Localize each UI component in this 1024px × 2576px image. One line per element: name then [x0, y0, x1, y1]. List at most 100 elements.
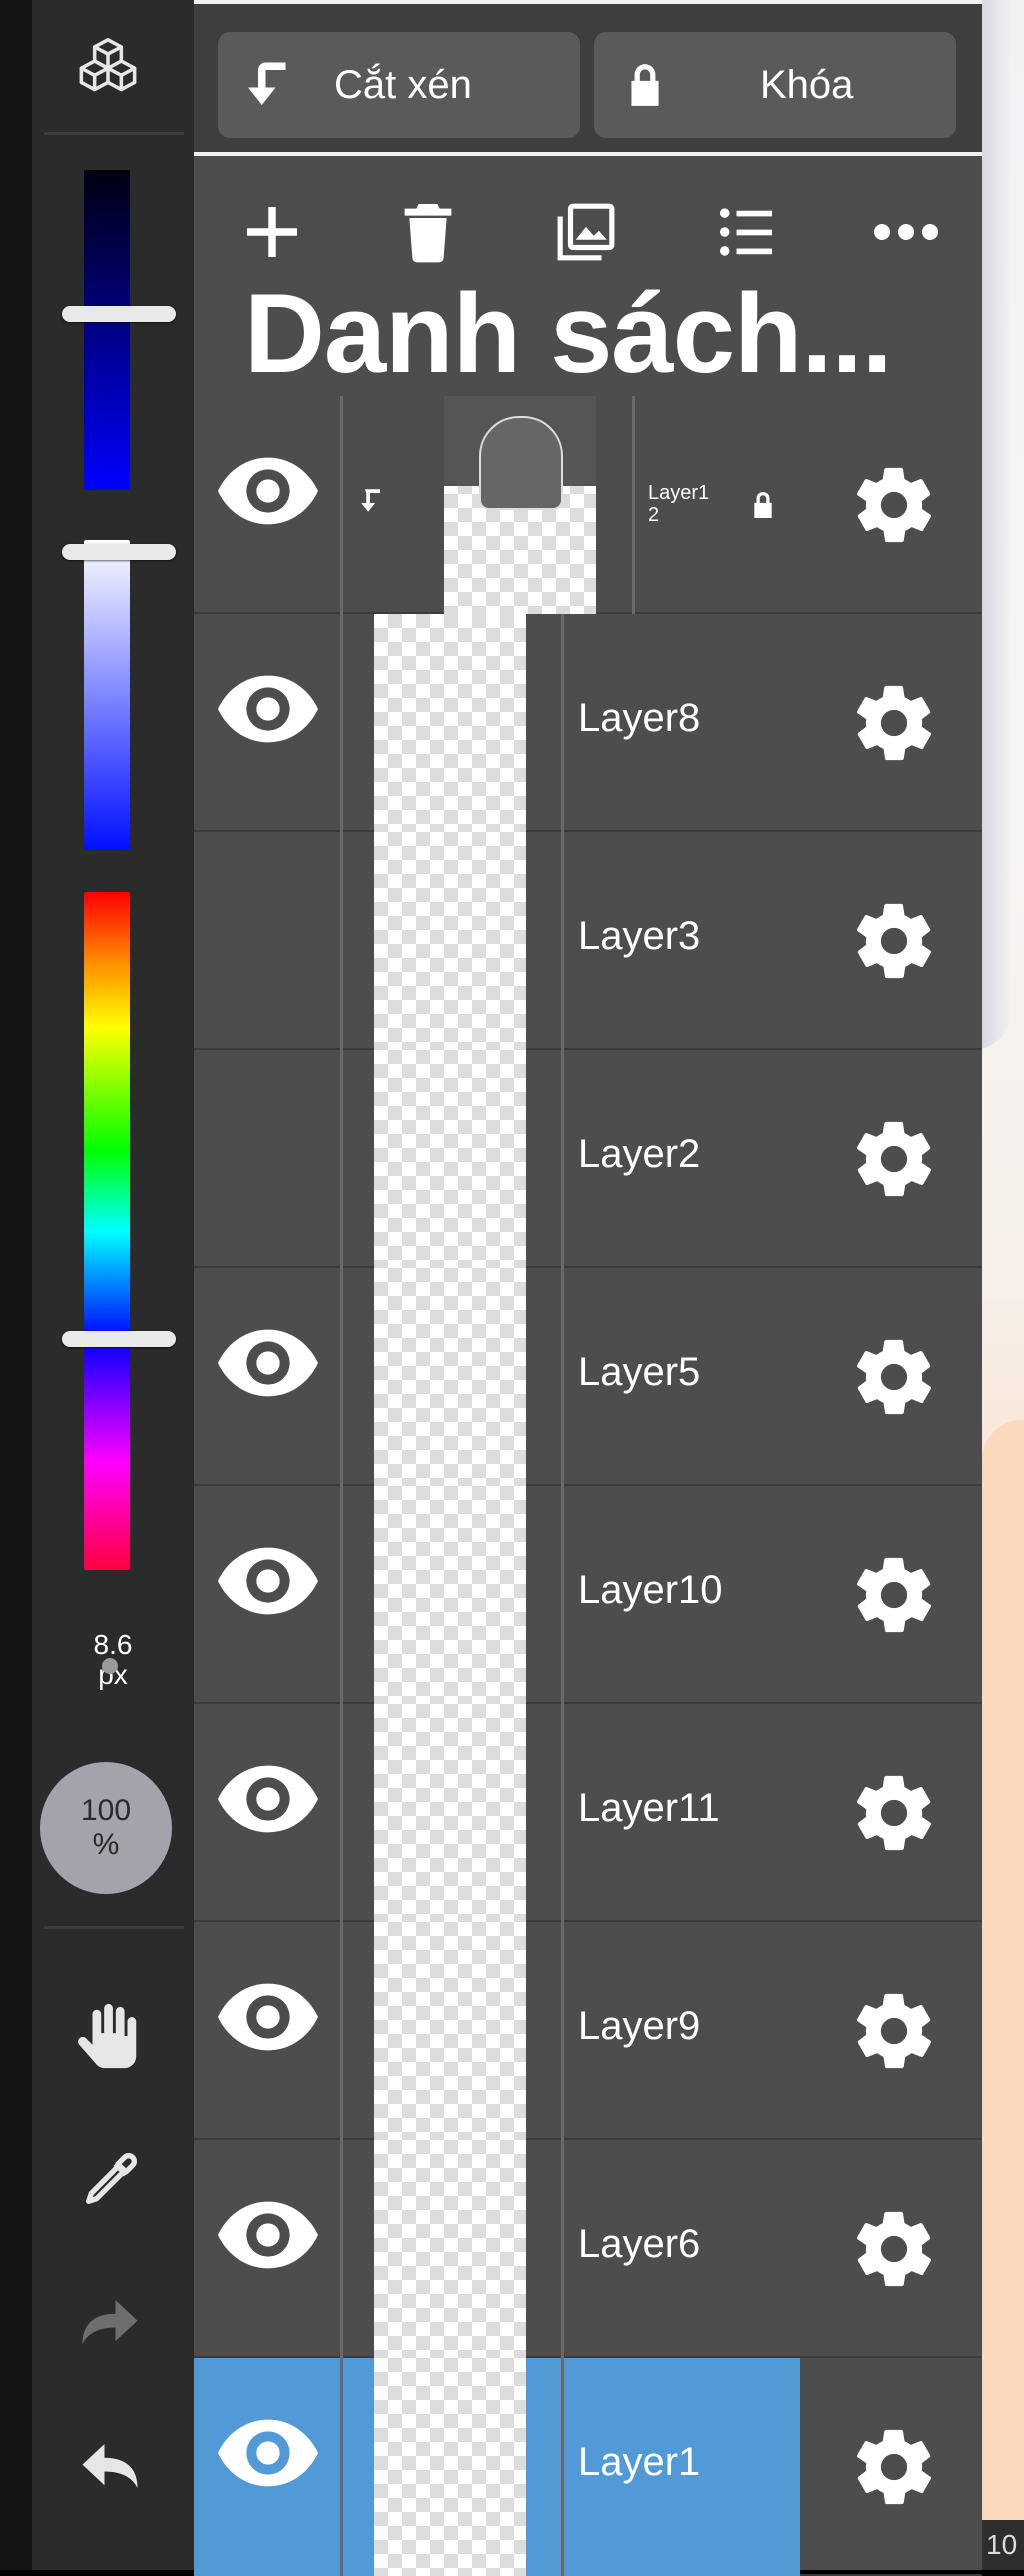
layer-settings-gear-icon[interactable]	[849, 1986, 939, 2076]
column-divider	[632, 396, 635, 614]
layer-name: Layer5	[578, 1350, 701, 1394]
layer-settings-gear-icon[interactable]	[849, 2204, 939, 2294]
delete-layer-icon[interactable]	[388, 192, 468, 272]
saturation-slider[interactable]	[62, 540, 176, 850]
column-divider	[340, 2140, 343, 2358]
layer-thumbnail	[374, 2358, 526, 2576]
hand-icon[interactable]	[70, 1996, 150, 2076]
layer-thumbnail	[374, 1922, 526, 2140]
lock-label: Khóa	[760, 62, 854, 107]
brush-size-dot	[102, 1658, 118, 1674]
layer-settings-gear-icon[interactable]	[849, 1332, 939, 1422]
value-slider[interactable]	[62, 170, 176, 490]
column-divider	[340, 1486, 343, 1704]
layer-name: Layer3	[578, 914, 701, 958]
layer-settings-gear-icon[interactable]	[849, 2422, 939, 2512]
visibility-eye-icon[interactable]	[218, 2200, 318, 2300]
add-layer-icon[interactable]	[232, 192, 312, 272]
left-edge	[0, 0, 32, 2570]
layer-row[interactable]: Layer9	[194, 1922, 982, 2140]
layer-name: Layer10	[578, 1568, 723, 1612]
opacity-value: 100	[80, 1794, 132, 1827]
layer-row[interactable]: Layer3	[194, 832, 982, 1050]
layer-name: Layer1	[578, 2440, 701, 2484]
strip-divider	[44, 132, 184, 135]
layer-settings-gear-icon[interactable]	[849, 896, 939, 986]
canvas-hair-region	[982, 0, 1012, 1050]
visibility-eye-icon[interactable]	[218, 1764, 318, 1864]
layer-row[interactable]: Layer1	[194, 2358, 982, 2576]
column-divider	[340, 1268, 343, 1486]
layer-lock-icon	[750, 490, 776, 525]
layer-row[interactable]: Layer6	[194, 2140, 982, 2358]
column-divider	[340, 832, 343, 1050]
opacity-unit: %	[92, 1828, 120, 1861]
layers-cube-icon[interactable]	[68, 30, 148, 110]
layer-row[interactable]: Layer8	[194, 614, 982, 832]
column-divider	[561, 1922, 564, 2140]
lock-icon	[631, 64, 659, 106]
layer-settings-gear-icon[interactable]	[849, 1550, 939, 1640]
layer-settings-gear-icon[interactable]	[849, 1114, 939, 1204]
column-divider	[340, 1704, 343, 1922]
clip-label: Cắt xén	[334, 62, 472, 107]
saturation-slider-knob[interactable]	[62, 544, 176, 561]
column-divider	[561, 1268, 564, 1486]
clip-button[interactable]: Cắt xén	[218, 32, 580, 138]
layer-list-icon[interactable]	[706, 192, 786, 272]
layer-name: Layer11	[578, 1786, 720, 1830]
column-divider	[340, 1050, 343, 1268]
visibility-eye-icon[interactable]	[218, 1328, 318, 1428]
layer-name: Layer2	[578, 1132, 701, 1176]
layer-row[interactable]: Layer11	[194, 1704, 982, 1922]
panel-title: Danh sách...	[244, 271, 893, 396]
eyedropper-icon[interactable]	[70, 2140, 150, 2220]
layer-settings-gear-icon[interactable]	[849, 678, 939, 768]
hue-slider[interactable]	[62, 892, 176, 1570]
visibility-eye-icon[interactable]	[218, 1546, 318, 1646]
column-divider	[340, 396, 343, 614]
layer-row[interactable]: Layer2	[194, 1050, 982, 1268]
layer-name: Layer1 2	[648, 482, 710, 526]
column-divider	[561, 1486, 564, 1704]
tool-strip: 8.6 px 100 %	[32, 0, 194, 2570]
layer-thumbnail	[374, 1268, 526, 1486]
opacity-button[interactable]: 100 %	[40, 1762, 172, 1894]
layer-name: Layer6	[578, 2222, 701, 2266]
redo-icon[interactable]	[70, 2282, 150, 2362]
clip-arrow-icon	[360, 486, 394, 520]
layer-thumbnail	[374, 832, 526, 1050]
layer-row[interactable]: Layer1 2	[194, 396, 982, 614]
column-divider	[561, 832, 564, 1050]
column-divider	[561, 2358, 564, 2576]
more-options-icon[interactable]	[866, 192, 946, 272]
layer-thumbnail	[374, 1050, 526, 1268]
hue-slider-knob[interactable]	[62, 1331, 176, 1348]
layer-image-icon[interactable]	[546, 192, 626, 272]
value-slider-knob[interactable]	[62, 306, 176, 322]
layer-row[interactable]: Layer5	[194, 1268, 982, 1486]
layer-thumbnail	[374, 1704, 526, 1922]
canvas-preview[interactable]	[982, 0, 1024, 2570]
visibility-toggle[interactable]	[218, 892, 318, 992]
layer-thumbnail	[374, 1486, 526, 1704]
layer-settings-gear-icon[interactable]	[849, 1768, 939, 1858]
visibility-eye-icon[interactable]	[218, 674, 318, 774]
column-divider	[340, 2358, 343, 2576]
visibility-toggle[interactable]	[218, 1110, 318, 1210]
layer-settings-gear-icon[interactable]	[849, 460, 939, 550]
visibility-eye-icon[interactable]	[218, 2418, 318, 2518]
layer-toolbar: Danh sách...	[194, 156, 982, 396]
strip-divider	[44, 1926, 184, 1929]
visibility-eye-icon[interactable]	[218, 456, 318, 556]
undo-icon[interactable]	[70, 2426, 150, 2506]
lock-button[interactable]: Khóa	[594, 32, 956, 138]
brush-size-readout[interactable]: 8.6 px	[32, 1630, 194, 1690]
layer-name: Layer9	[578, 2004, 701, 2048]
brush-size-value: 8.6	[93, 1629, 133, 1660]
column-divider	[561, 2140, 564, 2358]
visibility-eye-icon[interactable]	[218, 1982, 318, 2082]
layer-row[interactable]: Layer10	[194, 1486, 982, 1704]
layer-thumbnail	[374, 2140, 526, 2358]
column-divider	[561, 614, 564, 832]
